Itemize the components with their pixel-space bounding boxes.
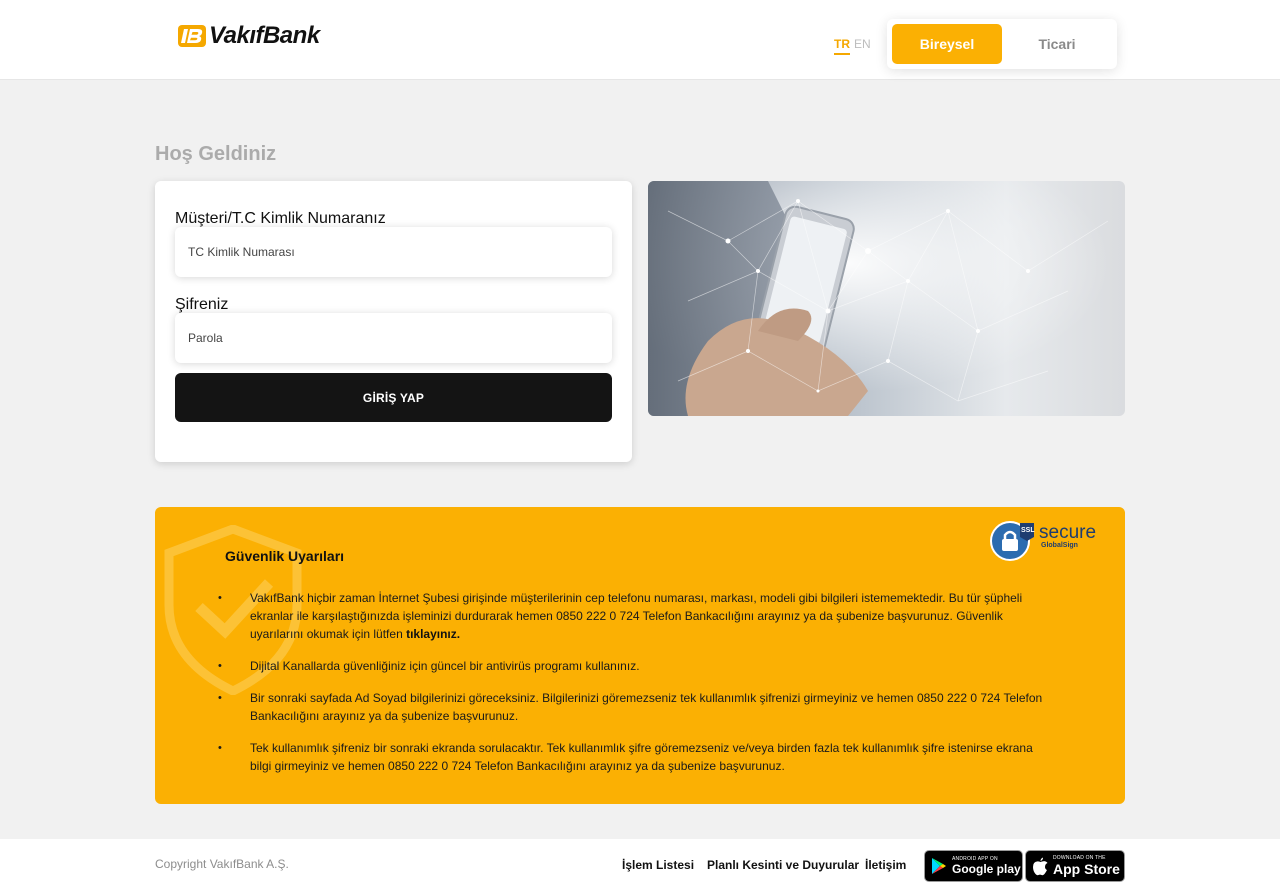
language-en[interactable]: EN [854, 37, 871, 51]
page-footer: Copyright VakıfBank A.Ş. İşlem Listesi P… [0, 839, 1280, 894]
copyright-text: Copyright VakıfBank A.Ş. [155, 857, 289, 871]
customer-number-input[interactable] [175, 227, 612, 277]
warning-item-text: Bir sonraki sayfada Ad Soyad bilgilerini… [250, 691, 1043, 723]
security-warnings-list: VakıfBank hiçbir zaman İnternet Şubesi g… [215, 589, 1055, 789]
tab-ticari[interactable]: Ticari [1002, 24, 1112, 64]
security-warnings-panel: Güvenlik Uyarıları SSL secure GlobalSign… [155, 507, 1125, 804]
google-play-icon [932, 858, 946, 874]
warning-item-text: VakıfBank hiçbir zaman İnternet Şubesi g… [250, 591, 1023, 641]
warning-item-text: Tek kullanımlık şifreniz bir sonraki ekr… [250, 741, 1033, 773]
customer-type-switch: Bireysel Ticari [887, 19, 1117, 69]
list-item: Dijital Kanallarda güvenliğiniz için gün… [215, 657, 1055, 675]
login-card: Müşteri/T.C Kimlik Numaranız Şifreniz Gİ… [155, 181, 632, 462]
logo-text: VakıfBank [209, 22, 320, 49]
hand-phone-network-illustration [648, 181, 1125, 416]
top-header: VakıfBank TR EN Bireysel Ticari [0, 0, 1280, 80]
footer-link-contact[interactable]: İletişim [865, 858, 906, 872]
password-input[interactable] [175, 313, 612, 363]
list-item: Bir sonraki sayfada Ad Soyad bilgilerini… [215, 689, 1055, 725]
login-button[interactable]: GİRİŞ YAP [175, 373, 612, 422]
apple-icon [1033, 857, 1048, 875]
page-title: Hoş Geldiniz [155, 143, 277, 165]
customer-number-label: Müşteri/T.C Kimlik Numaranız [175, 210, 386, 227]
language-tr[interactable]: TR [834, 37, 850, 55]
tab-bireysel[interactable]: Bireysel [892, 24, 1002, 64]
footer-link-outages[interactable]: Planlı Kesinti ve Duyurular [707, 858, 859, 872]
warning-item-text: Dijital Kanallarda güvenliğiniz için gün… [250, 659, 640, 673]
app-store-label: App Store [1053, 861, 1120, 877]
vakifbank-logo-icon [178, 25, 206, 47]
app-store-button[interactable]: Download on the App Store [1025, 850, 1125, 882]
google-play-button[interactable]: Android app on Google play [924, 850, 1023, 882]
hero-image [648, 181, 1125, 416]
ssl-secure-text: secure [1039, 522, 1097, 543]
list-item: VakıfBank hiçbir zaman İnternet Şubesi g… [215, 589, 1055, 643]
list-item: Tek kullanımlık şifreniz bir sonraki ekr… [215, 739, 1055, 775]
footer-link-transactions[interactable]: İşlem Listesi [622, 858, 694, 872]
google-play-label: Google play [952, 862, 1021, 876]
ssl-provider-text: GlobalSign [1041, 542, 1078, 549]
security-warnings-title: Güvenlik Uyarıları [225, 548, 345, 564]
password-label: Şifreniz [175, 296, 229, 313]
vakifbank-logo[interactable]: VakıfBank [178, 24, 320, 48]
read-warnings-link[interactable]: tıklayınız. [406, 627, 460, 641]
ssl-tag-text: SSL [1021, 527, 1035, 534]
